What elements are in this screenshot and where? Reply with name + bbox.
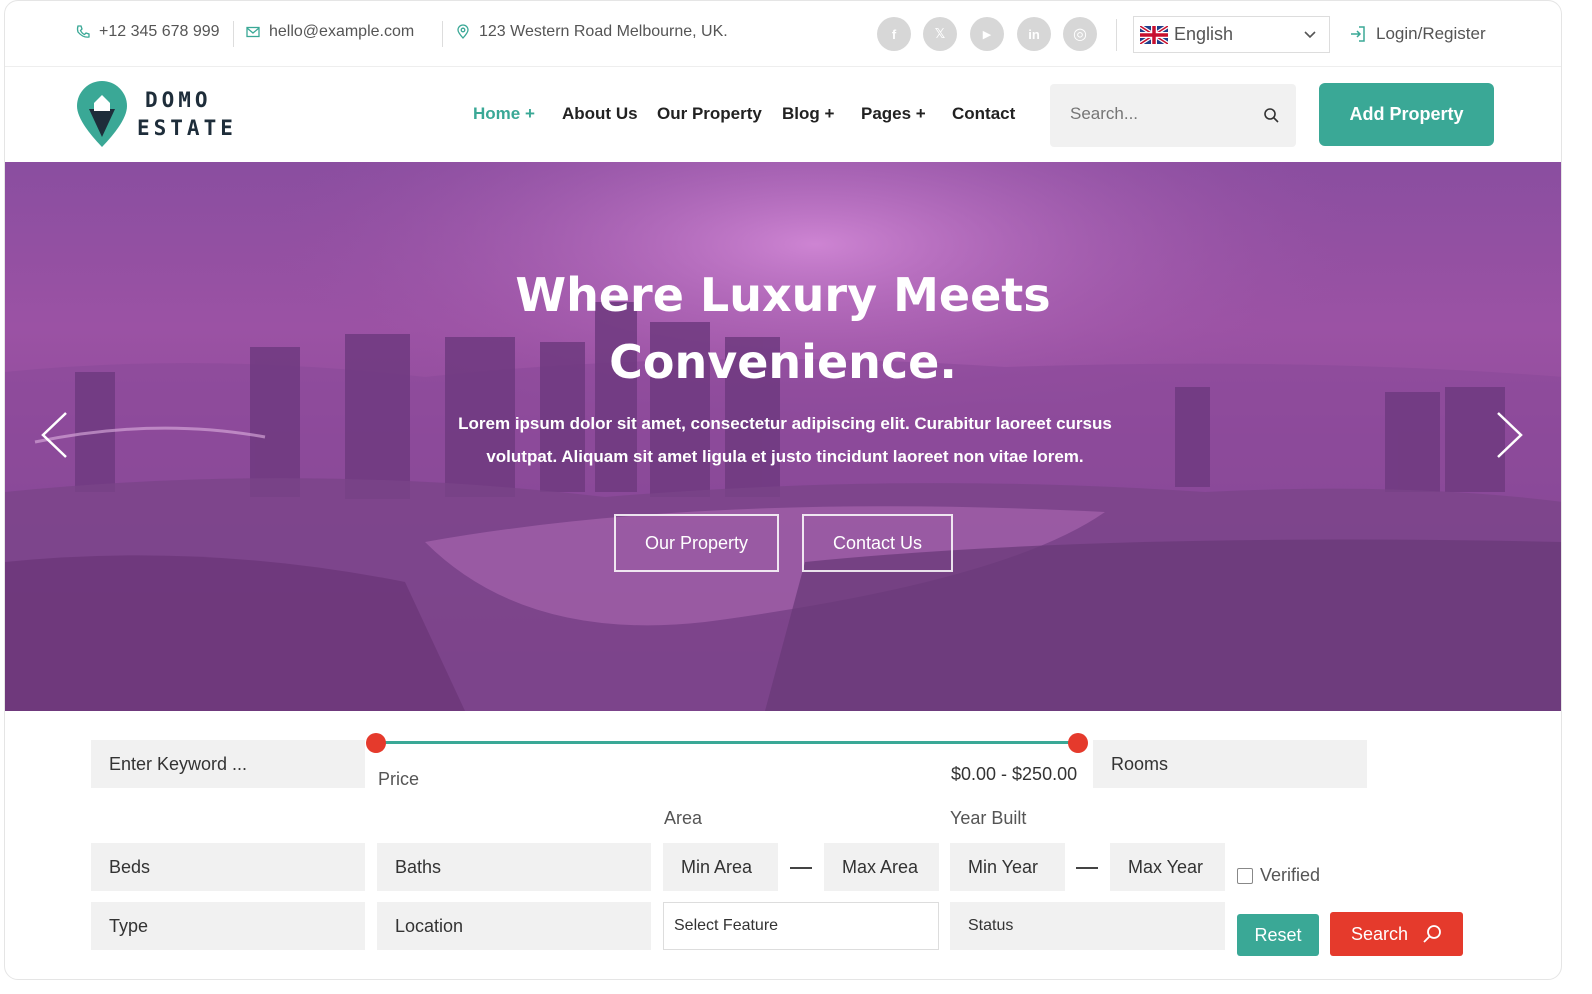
address-contact: 123 Western Road Melbourne, UK. — [455, 23, 728, 41]
contact-us-button[interactable]: Contact Us — [802, 514, 953, 572]
nav-contact[interactable]: Contact — [952, 104, 1015, 124]
search-icon — [1423, 925, 1441, 943]
login-icon — [1351, 26, 1365, 42]
our-property-button[interactable]: Our Property — [614, 514, 779, 572]
verified-label: Verified — [1260, 865, 1321, 885]
price-slider-max-handle[interactable] — [1068, 733, 1088, 753]
phone-contact[interactable]: +12 345 678 999 — [75, 23, 220, 41]
hero-subtitle-line-1: Lorem ipsum dolor sit amet, consectetur … — [458, 414, 1112, 433]
type-select[interactable]: Type — [91, 902, 365, 950]
status-select[interactable]: Status — [950, 902, 1225, 950]
logo-line-1: DOMO — [145, 88, 212, 112]
logo-pin-icon — [77, 81, 127, 147]
top-bar: +12 345 678 999 hello@example.com 123 We… — [5, 1, 1561, 67]
hero-subtitle: Lorem ipsum dolor sit amet, consectetur … — [405, 407, 1165, 473]
login-label: Login/Register — [1376, 24, 1486, 43]
prev-slide-arrow-icon[interactable] — [39, 410, 69, 460]
location-pin-icon — [457, 24, 469, 39]
rooms-select[interactable]: Rooms — [1093, 740, 1367, 788]
price-slider-min-handle[interactable] — [366, 733, 386, 753]
range-dash — [1076, 867, 1098, 869]
area-label: Area — [664, 808, 703, 828]
chevron-down-icon — [1304, 31, 1316, 39]
nav-our-property[interactable]: Our Property — [657, 104, 762, 124]
linkedin-icon[interactable]: in — [1017, 17, 1051, 51]
search-icon[interactable] — [1263, 107, 1280, 124]
phone-text: +12 345 678 999 — [99, 23, 220, 40]
site-logo[interactable]: DOMO ESTATE — [75, 79, 237, 149]
search-button-label: Search — [1350, 923, 1409, 944]
page-frame: +12 345 678 999 hello@example.com 123 We… — [4, 0, 1562, 980]
language-label: English — [1174, 24, 1234, 44]
next-slide-arrow-icon[interactable] — [1495, 410, 1525, 460]
nav-about-us[interactable]: About Us — [562, 104, 638, 124]
facebook-icon[interactable]: f — [877, 17, 911, 51]
max-year-input[interactable]: Max Year — [1110, 843, 1225, 891]
language-select[interactable]: English — [1133, 16, 1330, 53]
price-slider-track[interactable] — [377, 741, 1077, 744]
beds-select[interactable]: Beds — [91, 843, 365, 891]
hero-title-line-1: Where Luxury Meets — [515, 268, 1051, 322]
address-text: 123 Western Road Melbourne, UK. — [479, 23, 728, 40]
location-select[interactable]: Location — [377, 902, 651, 950]
hero-subtitle-line-2: volutpat. Aliquam sit amet ligula et jus… — [486, 447, 1084, 466]
hero-title-line-2: Convenience. — [609, 335, 957, 389]
main-navbar: DOMO ESTATE Home + About Us Our Property… — [5, 67, 1561, 162]
nav-pages[interactable]: Pages + — [861, 104, 926, 124]
x-twitter-icon[interactable]: 𝕏 — [923, 17, 957, 51]
divider — [442, 21, 443, 47]
keyword-input[interactable]: Enter Keyword ... — [91, 740, 365, 788]
login-register-link[interactable]: Login/Register — [1348, 24, 1486, 44]
baths-select[interactable]: Baths — [377, 843, 651, 891]
nav-blog[interactable]: Blog + — [782, 104, 834, 124]
email-contact[interactable]: hello@example.com — [245, 23, 414, 41]
hero-slider: Where Luxury Meets Convenience. Lorem ip… — [5, 162, 1561, 711]
range-dash — [790, 867, 812, 869]
header-search-input[interactable] — [1070, 104, 1250, 124]
hero-title: Where Luxury Meets Convenience. — [5, 262, 1561, 396]
price-range-value: $0.00 - $250.00 — [951, 764, 1078, 784]
youtube-icon[interactable]: ▶ — [970, 17, 1004, 51]
header-search — [1050, 84, 1296, 147]
year-built-label: Year Built — [950, 808, 1027, 828]
uk-flag-icon — [1140, 25, 1168, 44]
min-area-input[interactable]: Min Area — [663, 843, 778, 891]
min-year-input[interactable]: Min Year — [950, 843, 1065, 891]
divider — [1116, 19, 1117, 51]
instagram-icon[interactable]: ◎ — [1063, 17, 1097, 51]
email-text: hello@example.com — [269, 23, 415, 40]
reset-button[interactable]: Reset — [1237, 914, 1319, 956]
phone-icon — [76, 25, 90, 38]
search-button[interactable]: Search — [1330, 912, 1463, 956]
mail-icon — [246, 26, 260, 38]
price-label: Price — [378, 769, 420, 789]
nav-home[interactable]: Home + — [473, 104, 535, 124]
logo-wordmark: DOMO ESTATE — [137, 86, 237, 142]
select-feature-dropdown[interactable]: Select Feature — [663, 902, 939, 950]
add-property-button[interactable]: Add Property — [1319, 83, 1494, 146]
logo-line-2: ESTATE — [137, 116, 237, 140]
max-area-input[interactable]: Max Area — [824, 843, 939, 891]
verified-checkbox[interactable] — [1237, 868, 1253, 884]
divider — [233, 21, 234, 47]
